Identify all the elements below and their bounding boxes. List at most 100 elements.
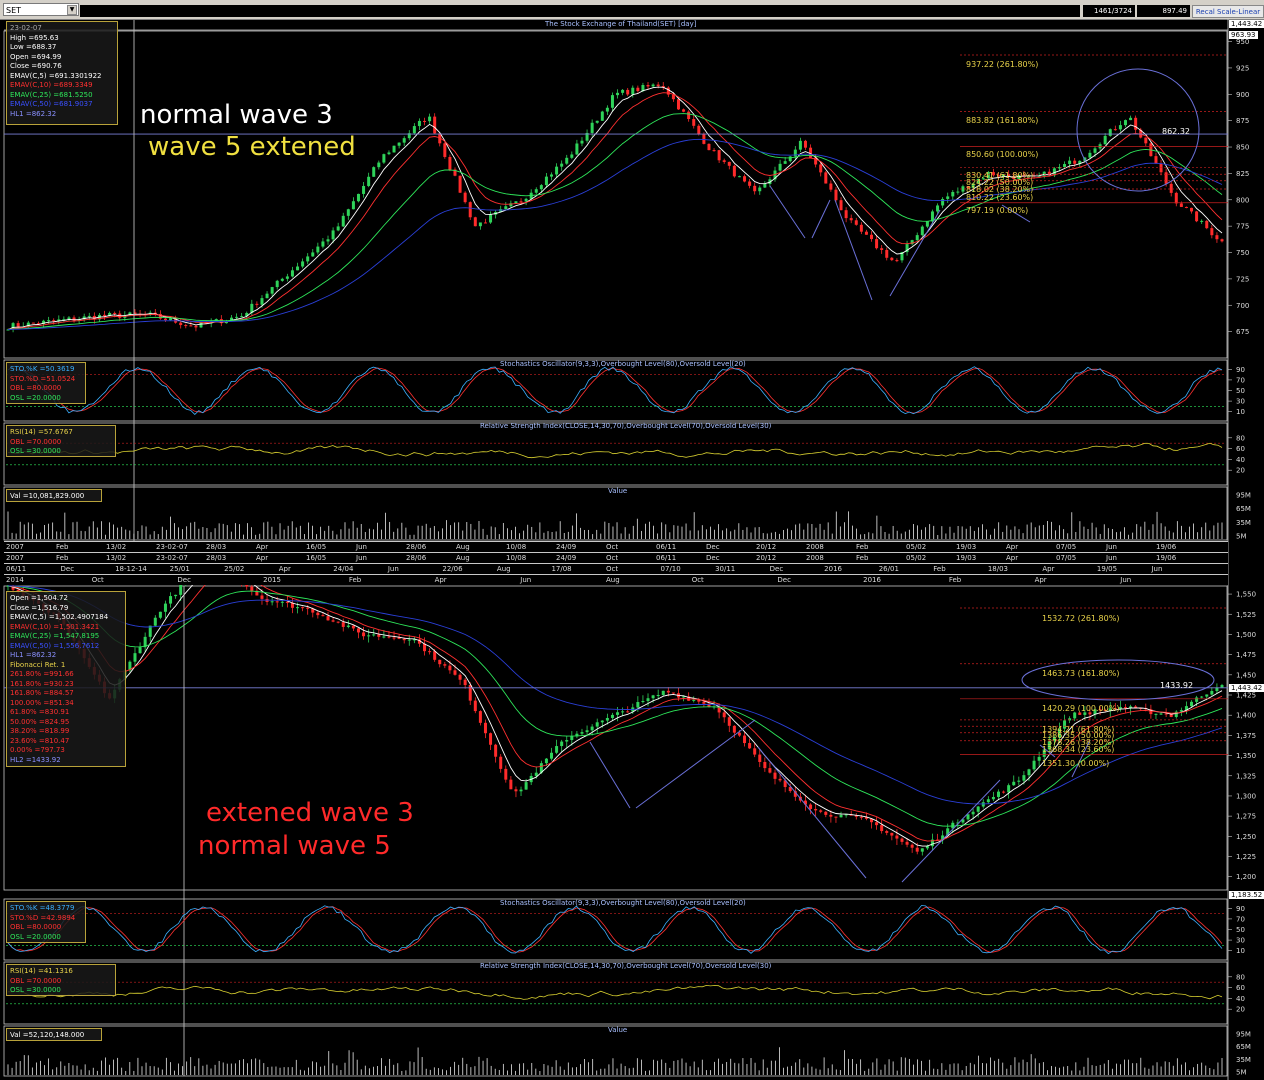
y-tick-label: 1,300 <box>1236 792 1256 800</box>
candle-body <box>1073 712 1077 719</box>
candle-body <box>641 701 645 703</box>
date-tick-label: Apr <box>1034 576 1047 584</box>
candle-body <box>778 778 782 781</box>
candle-body <box>1088 152 1092 158</box>
stoch-title: Stochastics Oscillator(9,3,3),Overbought… <box>500 899 746 907</box>
date-tick-label: Feb <box>856 554 869 562</box>
y-tick-label: 80 <box>1236 973 1245 981</box>
date-tick-label: 23-02-07 <box>156 543 188 551</box>
candle-body <box>473 700 477 712</box>
candle-body <box>875 822 879 826</box>
y-tick-label: 35M <box>1236 1056 1251 1064</box>
fib-row: 0.00% =797.73 <box>10 746 65 754</box>
candle-body <box>951 191 955 197</box>
candle-body <box>1184 206 1188 208</box>
candle-body <box>153 617 157 626</box>
candle-body <box>550 174 554 177</box>
date-tick-label: Jun <box>1106 554 1117 562</box>
top-price-group <box>4 41 1232 333</box>
candle-body <box>169 318 173 321</box>
volume-group <box>7 511 1223 539</box>
candle-body <box>936 205 940 212</box>
symbol-select[interactable]: SET ▼ <box>3 3 79 16</box>
volume-info-box: Val =10,081,829.000 <box>6 489 102 502</box>
date-tick-label: Jun <box>387 565 399 573</box>
info-hl2: HL2 =1433.92 <box>10 755 61 764</box>
stoch-info-box: STO.%K =48.3779 STO.%D =42.9894 OBL =80.… <box>6 901 86 943</box>
date-tick-label: Oct <box>691 576 704 584</box>
date-tick-label: 2007 <box>6 543 24 551</box>
candle-body <box>859 224 863 232</box>
candle-body <box>1205 220 1209 229</box>
ema-25-line <box>7 585 1223 827</box>
chevron-down-icon[interactable]: ▼ <box>67 5 77 15</box>
candle-body <box>194 325 198 328</box>
candle-body <box>824 811 828 815</box>
fib-row: 100.00% =851.34 <box>10 698 74 707</box>
candle-body <box>377 162 381 168</box>
y-tick-label: 1,450 <box>1236 671 1256 679</box>
date-tick-label: Oct <box>606 554 619 562</box>
info-ema25: EMAV(C,25) =1,547.8195 <box>10 632 100 640</box>
candle-body <box>285 601 289 603</box>
candle-body <box>758 754 762 762</box>
info-high: High =695.63 <box>10 33 59 42</box>
candle-body <box>727 717 731 726</box>
recalc-scale-button[interactable]: Recal Scale-Linear <box>1192 5 1264 18</box>
candle-body <box>1108 129 1112 136</box>
candle-body <box>260 298 264 305</box>
y-tick-label: 90 <box>1236 366 1245 374</box>
fib-row: 161.80% =884.57 <box>10 689 74 697</box>
info-low: Low =688.37 <box>10 43 57 51</box>
candle-body <box>483 722 487 734</box>
y-tick-label: 20 <box>1236 467 1245 475</box>
candle-body <box>885 249 889 258</box>
candle-body <box>651 84 655 87</box>
candle-body <box>377 634 381 637</box>
y-tick-label: 800 <box>1236 196 1249 204</box>
date-tick-label: Feb <box>948 576 962 584</box>
candle-body <box>875 239 879 249</box>
candle-body <box>260 595 264 599</box>
candle-body <box>788 156 792 162</box>
candle-body <box>910 844 914 848</box>
fib-label: 797.19 (0.00%) <box>966 206 1029 215</box>
date-tick-label: 16/05 <box>306 543 327 551</box>
candle-body <box>331 230 335 240</box>
candle-body <box>372 167 376 177</box>
wave-trend-line <box>635 719 756 809</box>
candle-body <box>478 222 482 227</box>
candle-body <box>941 198 945 206</box>
candle-body <box>997 791 1001 797</box>
y-tick-label: 1,475 <box>1236 651 1256 659</box>
candle-body <box>565 157 569 164</box>
rsi-os: OSL =30.0000 <box>10 447 61 455</box>
volume-info-box: Val =52,120,148.000 <box>6 1028 102 1041</box>
candle-body <box>47 320 51 322</box>
candle-body <box>473 217 477 227</box>
candle-body <box>768 768 772 773</box>
bottom-price-info-box: Open =1,504.72 Close =1,516.79 EMAV(C,5)… <box>6 591 126 767</box>
fib-label: 1463.73 (161.80%) <box>1042 669 1120 678</box>
fib-row: 50.00% =824.95 <box>10 717 70 726</box>
candle-body <box>240 316 244 318</box>
candle-body <box>1063 164 1067 168</box>
candle-body <box>671 94 675 100</box>
y-tick-label: 925 <box>1236 64 1249 72</box>
y-tick-label: 1,225 <box>1236 853 1256 861</box>
candle-body <box>489 733 493 745</box>
candle-body <box>895 835 899 839</box>
rsi-group <box>6 976 1232 1010</box>
date-tick-label: 2016 <box>863 576 881 584</box>
candle-body <box>580 140 584 144</box>
right-price-label: 1,443.42 <box>1229 684 1264 692</box>
stoch-ob: OBL =80.0000 <box>10 384 62 392</box>
candle-body <box>854 220 858 225</box>
y-tick-label: 5M <box>1236 533 1247 541</box>
candle-body <box>656 694 660 696</box>
candle-body <box>1154 713 1158 715</box>
date-tick-label: Jun <box>356 554 367 562</box>
candle-body <box>737 176 741 178</box>
candle-body <box>87 315 91 317</box>
candle-body <box>595 722 599 727</box>
